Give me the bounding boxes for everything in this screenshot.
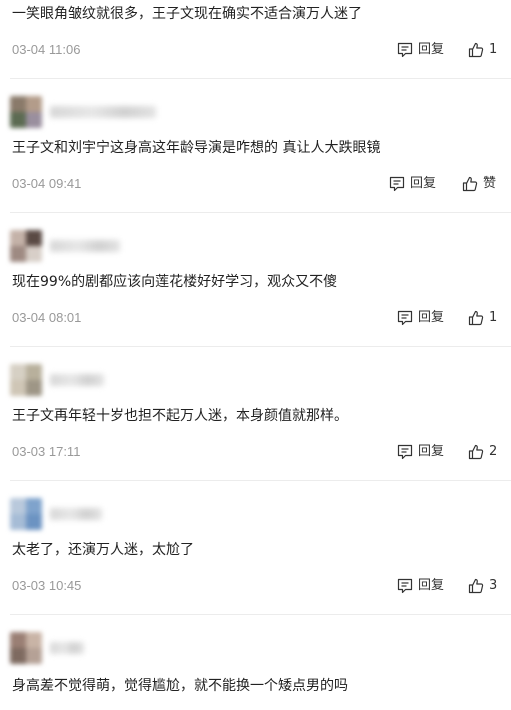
reply-button[interactable]: 回复 (397, 40, 444, 60)
reply-icon (397, 310, 413, 326)
avatar-block (10, 648, 26, 664)
comment-text: 身高差不觉得萌，觉得尴尬，就不能换一个矮点男的吗 (12, 678, 348, 694)
comment-item: 王子文和刘宇宁这身高这年龄导演是咋想的 真让人大跌眼镜 03-04 09:41 … (0, 80, 511, 214)
thumbs-up-icon (468, 578, 484, 594)
like-count: 1 (489, 310, 498, 325)
comment-item: 身高差不觉得萌，觉得尴尬，就不能换一个矮点男的吗 (0, 616, 511, 710)
avatar-block (26, 364, 42, 380)
avatar-block (10, 380, 26, 396)
avatar-block (26, 96, 42, 112)
username-blurred[interactable] (50, 508, 102, 520)
avatar-block (10, 96, 26, 112)
avatar-block (26, 648, 42, 664)
reply-button[interactable]: 回复 (397, 308, 444, 328)
comment-meta: 03-03 17:11 回复 2 (12, 442, 511, 462)
reply-label: 回复 (418, 578, 445, 593)
avatar-block (10, 112, 26, 128)
username-blurred[interactable] (50, 106, 156, 118)
reply-icon (397, 578, 413, 594)
comment-meta: 03-04 08:01 回复 1 (12, 308, 511, 328)
avatar-block (10, 514, 26, 530)
reply-label: 回复 (418, 42, 445, 57)
divider (10, 78, 511, 79)
divider (10, 480, 511, 481)
comment-text: 王子文再年轻十岁也担不起万人迷，本身颜值就那样。 (12, 408, 348, 424)
avatar[interactable] (10, 364, 42, 396)
comment-item: 王子文再年轻十岁也担不起万人迷，本身颜值就那样。 03-03 17:11 回复 … (0, 348, 511, 482)
comment-meta: 03-04 09:41 回复 赞 (12, 174, 511, 194)
avatar-block (10, 498, 26, 514)
username-blurred[interactable] (50, 240, 120, 252)
comment-meta: 03-03 10:45 回复 3 (12, 576, 511, 596)
reply-label: 回复 (418, 310, 445, 325)
comment-time: 03-03 10:45 (12, 578, 82, 593)
comment-text: 太老了，还演万人迷，太尬了 (12, 542, 194, 558)
like-count: 1 (489, 42, 498, 57)
thumbs-up-icon (468, 310, 484, 326)
reply-button[interactable]: 回复 (397, 576, 444, 596)
comment-time: 03-04 08:01 (12, 310, 82, 325)
avatar-block (26, 380, 42, 396)
avatar[interactable] (10, 498, 42, 530)
avatar[interactable] (10, 96, 42, 128)
avatar[interactable] (10, 230, 42, 262)
reply-label: 回复 (410, 176, 437, 191)
reply-icon (397, 444, 413, 460)
avatar-block (10, 246, 26, 262)
username-blurred[interactable] (50, 642, 84, 654)
comment-meta: 03-04 11:06 回复 1 (12, 40, 511, 60)
reply-label: 回复 (418, 444, 445, 459)
avatar[interactable] (10, 632, 42, 664)
comment-item: 太老了，还演万人迷，太尬了 03-03 10:45 回复 3 (0, 482, 511, 616)
like-button[interactable]: 1 (468, 40, 497, 60)
like-button[interactable]: 2 (468, 442, 497, 462)
avatar-block (26, 632, 42, 648)
comment-text: 王子文和刘宇宁这身高这年龄导演是咋想的 真让人大跌眼镜 (12, 140, 381, 156)
avatar-block (10, 632, 26, 648)
thumbs-up-icon (468, 42, 484, 58)
avatar-block (26, 230, 42, 246)
avatar-block (26, 514, 42, 530)
comment-text: 现在99%的剧都应该向莲花楼好好学习，观众又不傻 (12, 274, 338, 290)
divider (10, 614, 511, 615)
like-label: 赞 (483, 176, 497, 191)
reply-icon (397, 42, 413, 58)
like-count: 3 (489, 578, 498, 593)
like-button[interactable]: 赞 (462, 174, 496, 194)
comment-time: 03-03 17:11 (12, 444, 81, 459)
comment-time: 03-04 09:41 (12, 176, 82, 191)
avatar-block (10, 230, 26, 246)
thumbs-up-icon (462, 176, 478, 192)
like-count: 2 (489, 444, 498, 459)
like-button[interactable]: 3 (468, 576, 497, 596)
comment-item: 现在99%的剧都应该向莲花楼好好学习，观众又不傻 03-04 08:01 回复 … (0, 214, 511, 348)
reply-button[interactable]: 回复 (397, 442, 444, 462)
comment-time: 03-04 11:06 (12, 42, 81, 57)
divider (10, 212, 511, 213)
avatar-block (26, 246, 42, 262)
thumbs-up-icon (468, 444, 484, 460)
like-button[interactable]: 1 (468, 308, 497, 328)
reply-icon (389, 176, 405, 192)
comment-item: 一笑眼角皱纹就很多，王子文现在确实不适合演万人迷了 03-04 11:06 回复… (0, 0, 511, 80)
username-blurred[interactable] (50, 374, 104, 386)
avatar-block (10, 364, 26, 380)
divider (10, 346, 511, 347)
reply-button[interactable]: 回复 (389, 174, 436, 194)
avatar-block (26, 112, 42, 128)
comment-text: 一笑眼角皱纹就很多，王子文现在确实不适合演万人迷了 (12, 6, 362, 22)
avatar-block (26, 498, 42, 514)
